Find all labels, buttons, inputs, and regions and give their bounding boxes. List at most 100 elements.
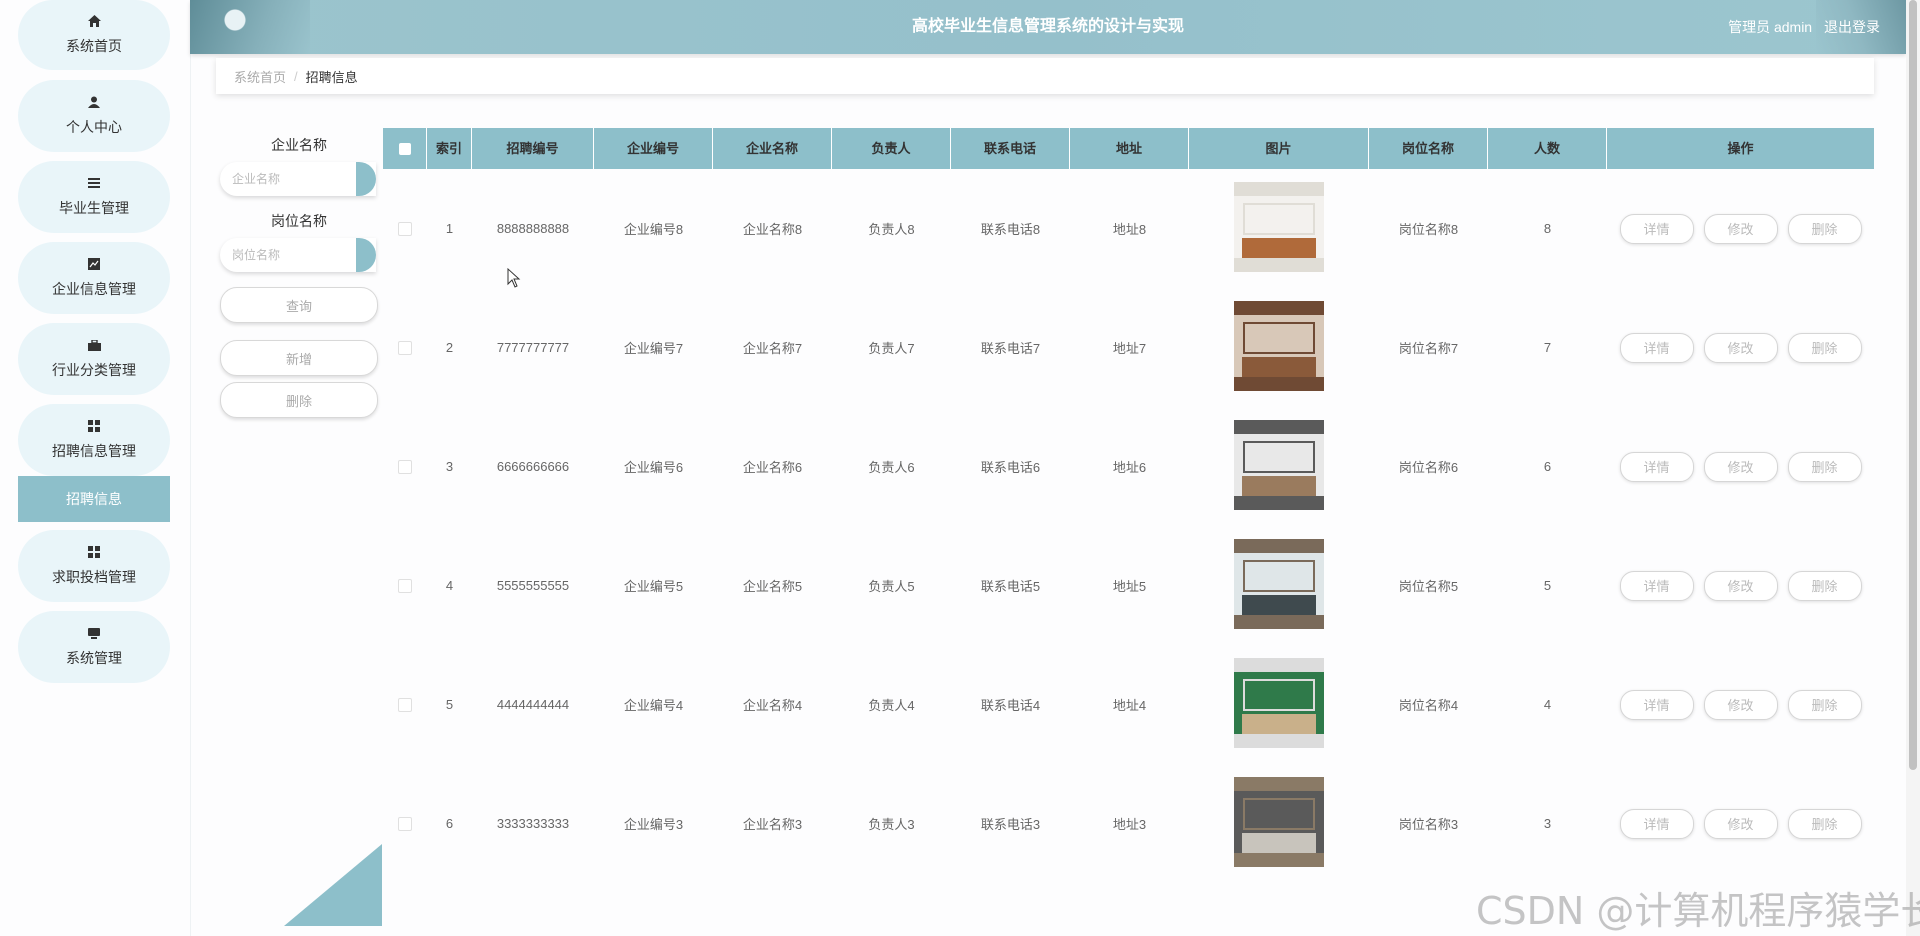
row-checkbox[interactable] xyxy=(398,816,412,831)
row-checkbox[interactable] xyxy=(398,697,412,712)
edit-button[interactable]: 修改 xyxy=(1703,808,1778,839)
cell-code: 3333333333 xyxy=(496,816,570,831)
col-header: 企业名称 xyxy=(713,128,832,169)
delete-button[interactable]: 删除 xyxy=(1787,808,1862,839)
corner-decoration xyxy=(284,844,382,926)
sidebar-item-recruit[interactable]: 招聘信息管理 xyxy=(18,404,170,476)
cell-position: 岗位名称8 xyxy=(1398,222,1459,237)
row-actions: 详情 修改 删除 xyxy=(1607,451,1874,482)
office-thumbnail[interactable] xyxy=(1234,420,1324,510)
cell-count: 3 xyxy=(1543,816,1552,831)
breadcrumb-separator: / xyxy=(294,68,298,84)
list-icon xyxy=(87,176,101,190)
sidebar-item-profile[interactable]: 个人中心 xyxy=(18,80,170,152)
cell-position: 岗位名称7 xyxy=(1398,341,1459,356)
cell-index: 1 xyxy=(445,221,454,236)
select-all-checkbox[interactable] xyxy=(398,143,411,155)
row-checkbox[interactable] xyxy=(398,340,412,355)
edit-button[interactable]: 修改 xyxy=(1703,689,1778,720)
row-checkbox[interactable] xyxy=(398,221,412,236)
cell-company-no: 企业编号7 xyxy=(623,341,684,356)
row-checkbox-cell xyxy=(383,459,427,474)
row-checkbox[interactable] xyxy=(398,578,412,593)
image-cell xyxy=(1189,539,1369,632)
detail-button[interactable]: 详情 xyxy=(1619,689,1694,720)
company-name-label: 企业名称 xyxy=(271,137,327,153)
table-row: 2 7777777777 企业编号7 企业名称7 负责人7 联系电话7 地址7 岗位名称7 7… xyxy=(383,288,1874,407)
sidebar-item-graduates[interactable]: 毕业生管理 xyxy=(18,161,170,233)
sidebar-item-label: 企业信息管理 xyxy=(52,281,136,297)
row-checkbox-cell xyxy=(383,697,427,712)
cell-address: 地址4 xyxy=(1112,698,1147,713)
row-checkbox[interactable] xyxy=(398,459,412,474)
sidebar-subitem-recruit-info[interactable]: 招聘信息 xyxy=(18,476,170,522)
detail-button[interactable]: 详情 xyxy=(1619,808,1694,839)
row-checkbox-cell xyxy=(383,340,427,355)
detail-button[interactable]: 详情 xyxy=(1619,213,1694,244)
row-checkbox-cell xyxy=(383,221,427,236)
cell-index: 5 xyxy=(445,697,454,712)
delete-button[interactable]: 删除 xyxy=(1787,451,1862,482)
sidebar-item-industry[interactable]: 行业分类管理 xyxy=(18,323,170,395)
breadcrumb-home[interactable]: 系统首页 xyxy=(234,67,286,86)
row-actions: 详情 修改 删除 xyxy=(1607,332,1874,363)
cell-phone: 联系电话8 xyxy=(980,222,1041,237)
add-button[interactable]: 新增 xyxy=(220,340,378,376)
table-row: 1 8888888888 企业编号8 企业名称8 负责人8 联系电话8 地址8 岗位名称8 8… xyxy=(383,169,1874,288)
app-title: 高校毕业生信息管理系统的设计与实现 xyxy=(911,18,1184,35)
office-thumbnail[interactable] xyxy=(1234,301,1324,391)
edit-button[interactable]: 修改 xyxy=(1703,570,1778,601)
cell-contact: 负责人5 xyxy=(868,579,915,594)
detail-button[interactable]: 详情 xyxy=(1619,332,1694,363)
sidebar-item-company[interactable]: 企业信息管理 xyxy=(18,242,170,314)
scrollbar-thumb[interactable] xyxy=(1909,0,1917,770)
edit-button[interactable]: 修改 xyxy=(1703,451,1778,482)
col-header: 图片 xyxy=(1189,128,1369,169)
detail-button[interactable]: 详情 xyxy=(1619,451,1694,482)
position-name-input[interactable] xyxy=(220,238,376,272)
cell-count: 7 xyxy=(1543,340,1552,355)
query-button[interactable]: 查询 xyxy=(220,287,378,323)
logout-button[interactable]: 退出登录 xyxy=(1824,19,1880,35)
user-area: 管理员 admin 退出登录 xyxy=(1720,0,1880,54)
sidebar-item-applications[interactable]: 求职投档管理 xyxy=(18,530,170,602)
delete-button[interactable]: 删除 xyxy=(1787,570,1862,601)
company-name-input[interactable] xyxy=(220,162,376,196)
cell-company-name: 企业名称5 xyxy=(742,579,803,594)
image-cell xyxy=(1189,658,1369,751)
cell-company-no: 企业编号5 xyxy=(623,579,684,594)
breadcrumb-current: 招聘信息 xyxy=(305,69,358,85)
cell-company-name: 企业名称6 xyxy=(742,460,803,475)
delete-button[interactable]: 删除 xyxy=(1787,332,1862,363)
sidebar-item-label: 招聘信息管理 xyxy=(52,443,136,459)
chart-icon xyxy=(87,257,101,271)
scrollbar[interactable] xyxy=(1906,0,1920,936)
office-thumbnail[interactable] xyxy=(1234,539,1324,629)
detail-button[interactable]: 详情 xyxy=(1619,570,1694,601)
edit-button[interactable]: 修改 xyxy=(1703,332,1778,363)
monitor-icon xyxy=(87,626,101,640)
cell-address: 地址7 xyxy=(1112,341,1147,356)
admin-label: 管理员 admin xyxy=(1728,19,1813,35)
cell-code: 8888888888 xyxy=(496,221,570,236)
table-row: 3 6666666666 企业编号6 企业名称6 负责人6 联系电话6 地址6 岗位名称6 6… xyxy=(383,407,1874,526)
office-thumbnail[interactable] xyxy=(1234,182,1324,272)
cell-contact: 负责人7 xyxy=(868,341,915,356)
row-actions: 详情 修改 删除 xyxy=(1607,689,1874,720)
office-thumbnail[interactable] xyxy=(1234,658,1324,748)
col-header: 人数 xyxy=(1488,128,1607,169)
cell-count: 5 xyxy=(1543,578,1552,593)
sidebar-item-system[interactable]: 系统管理 xyxy=(18,611,170,683)
office-thumbnail[interactable] xyxy=(1234,777,1324,867)
sidebar-item-home[interactable]: 系统首页 xyxy=(18,0,170,70)
batch-delete-button[interactable]: 删除 xyxy=(220,382,378,418)
mouse-cursor-icon xyxy=(507,268,521,288)
row-actions: 详情 修改 删除 xyxy=(1607,213,1874,244)
cell-index: 6 xyxy=(445,816,454,831)
delete-button[interactable]: 删除 xyxy=(1787,689,1862,720)
cell-index: 2 xyxy=(445,340,454,355)
image-cell xyxy=(1189,420,1369,513)
delete-button[interactable]: 删除 xyxy=(1787,213,1862,244)
sidebar-subitem-label: 招聘信息 xyxy=(66,491,122,507)
edit-button[interactable]: 修改 xyxy=(1703,213,1778,244)
